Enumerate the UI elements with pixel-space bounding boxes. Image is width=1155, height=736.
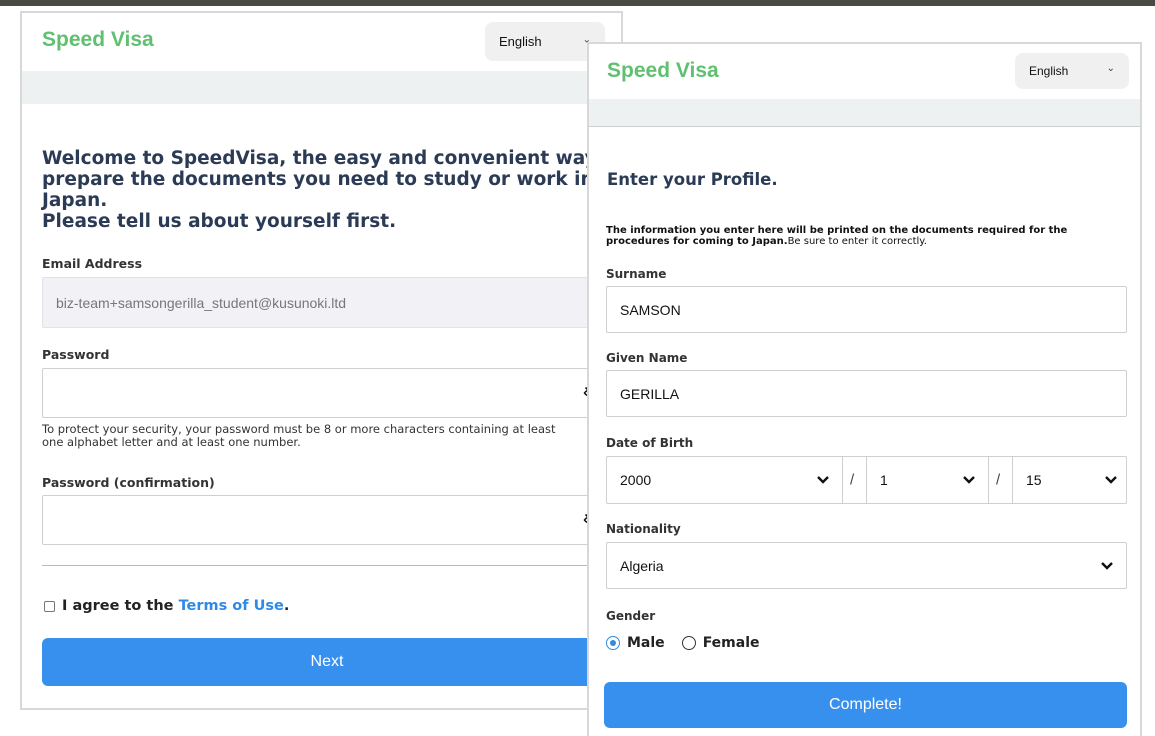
gender-female-radio[interactable] [681,636,696,650]
signup-panel: Speed Visa English ⌄ Welcome to SpeedVis… [20,11,623,710]
divider [42,565,612,566]
logo[interactable]: Speed Visa [42,28,154,52]
dob-year-value: 2000 [620,472,652,488]
chevron-down-icon [963,476,975,484]
nationality-label: Nationality [606,522,681,536]
dob-separator: / [842,457,867,503]
language-label: English [499,34,542,49]
gender-female-label[interactable]: Female [703,635,760,651]
chevron-down-icon [1105,476,1117,484]
given-name-value: GERILLA [620,385,680,402]
email-field: biz-team+samsongerilla_student@kusunoki.… [42,277,612,328]
dob-slash: / [996,471,1001,489]
nationality-select[interactable]: Algeria [606,542,1127,589]
password-label: Password [42,347,110,362]
dob-day-value: 15 [1026,472,1042,488]
header-band [22,71,621,104]
header: Speed Visa English ⌄ [589,44,1140,99]
dob-group: 2000 / 1 / 15 [606,456,1127,504]
info-normal: Be sure to enter it correctly. [787,236,927,247]
welcome-line-3: Please tell us about yourself first. [42,211,397,232]
dob-year-select[interactable]: 2000 [607,457,842,503]
password-field[interactable] [42,368,612,418]
chevron-down-icon: ⌄ [1106,63,1115,75]
email-value: biz-team+samsongerilla_student@kusunoki.… [56,294,347,311]
given-name-label: Given Name [606,351,688,365]
password-confirm-field[interactable] [42,495,612,545]
dob-day-select[interactable]: 15 [1013,457,1126,503]
nationality-value: Algeria [620,557,664,574]
dob-separator: / [988,457,1013,503]
chevron-down-icon [817,476,829,484]
header: Speed Visa English ⌄ [22,13,621,71]
dob-label: Date of Birth [606,436,694,450]
surname-label: Surname [606,267,667,281]
logo[interactable]: Speed Visa [607,59,719,83]
profile-info: The information you enter here will be p… [606,225,1126,247]
chevron-down-icon [1101,561,1113,570]
welcome-line-1: Welcome to SpeedVisa, the easy and conve… [42,148,623,169]
password-help: To protect your security, your password … [42,422,621,449]
agree-prefix: I agree to the [62,598,179,614]
window-top-bar [0,0,1155,6]
gender-options: Male Female [606,635,760,651]
gender-male-radio[interactable] [606,636,620,650]
language-select[interactable]: English ⌄ [1015,53,1129,89]
page-title: Enter your Profile. [607,170,778,189]
header-band [589,99,1140,127]
email-label: Email Address [42,256,143,271]
password-help-line-2: one alphabet letter and at least one num… [42,435,301,449]
given-name-input[interactable]: GERILLA [606,370,1127,417]
gender-label: Gender [606,609,656,623]
surname-value: SAMSON [620,301,681,318]
surname-input[interactable]: SAMSON [606,286,1127,333]
language-label: English [1029,64,1069,78]
dob-slash: / [850,471,855,489]
gender-male-label[interactable]: Male [627,635,665,651]
agree-suffix: . [283,598,290,614]
profile-panel: Speed Visa English ⌄ Enter your Profile.… [587,42,1142,736]
complete-button[interactable]: Complete! [604,682,1127,728]
welcome-heading: Welcome to SpeedVisa, the easy and conve… [42,148,623,232]
password-help-line-1: To protect your security, your password … [42,422,556,436]
dob-month-select[interactable]: 1 [867,457,988,503]
terms-checkbox[interactable] [44,600,55,612]
dob-month-value: 1 [880,472,888,488]
terms-link[interactable]: Terms of Use [179,598,284,614]
next-button[interactable]: Next [42,638,612,686]
welcome-line-2: prepare the documents you need to study … [42,169,594,211]
terms-agreement: I agree to the Terms of Use . [44,598,289,614]
password-confirm-label: Password (confirmation) [42,475,215,490]
